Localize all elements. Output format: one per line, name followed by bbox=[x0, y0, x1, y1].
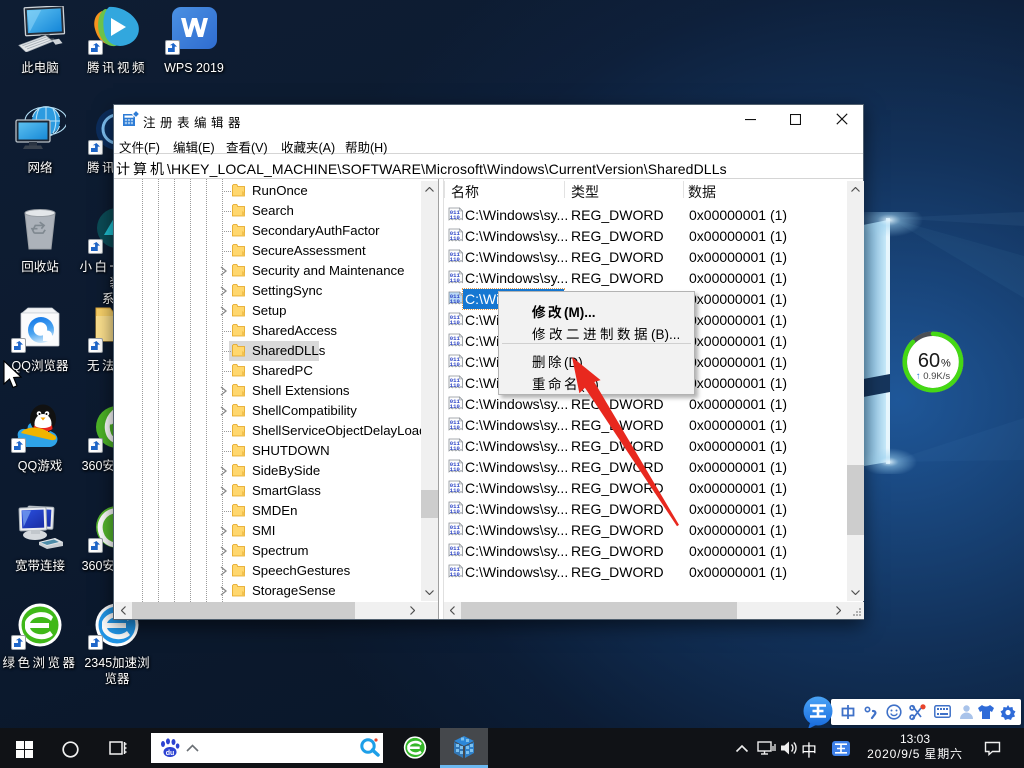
svg-text:110: 110 bbox=[450, 277, 461, 284]
svg-text:60: 60 bbox=[918, 350, 940, 372]
svg-text:110: 110 bbox=[450, 319, 461, 326]
svg-text:110: 110 bbox=[450, 298, 461, 305]
svg-text:↑ 0.9K/s: ↑ 0.9K/s bbox=[916, 371, 951, 382]
svg-text:110: 110 bbox=[450, 361, 461, 368]
svg-text:110: 110 bbox=[450, 550, 461, 557]
svg-text:110: 110 bbox=[450, 487, 461, 494]
svg-text:110: 110 bbox=[450, 403, 461, 410]
svg-text:du: du bbox=[166, 750, 175, 757]
svg-text:110: 110 bbox=[450, 571, 461, 578]
svg-text:110: 110 bbox=[450, 445, 461, 452]
svg-text:110: 110 bbox=[450, 508, 461, 515]
svg-text:110: 110 bbox=[450, 424, 461, 431]
svg-text:110: 110 bbox=[450, 529, 461, 536]
svg-text:110: 110 bbox=[450, 340, 461, 347]
svg-text:110: 110 bbox=[450, 214, 461, 221]
svg-text:110: 110 bbox=[450, 382, 461, 389]
svg-text:110: 110 bbox=[450, 466, 461, 473]
svg-text:110: 110 bbox=[450, 235, 461, 242]
svg-text:110: 110 bbox=[450, 256, 461, 263]
svg-text:%: % bbox=[941, 358, 951, 370]
